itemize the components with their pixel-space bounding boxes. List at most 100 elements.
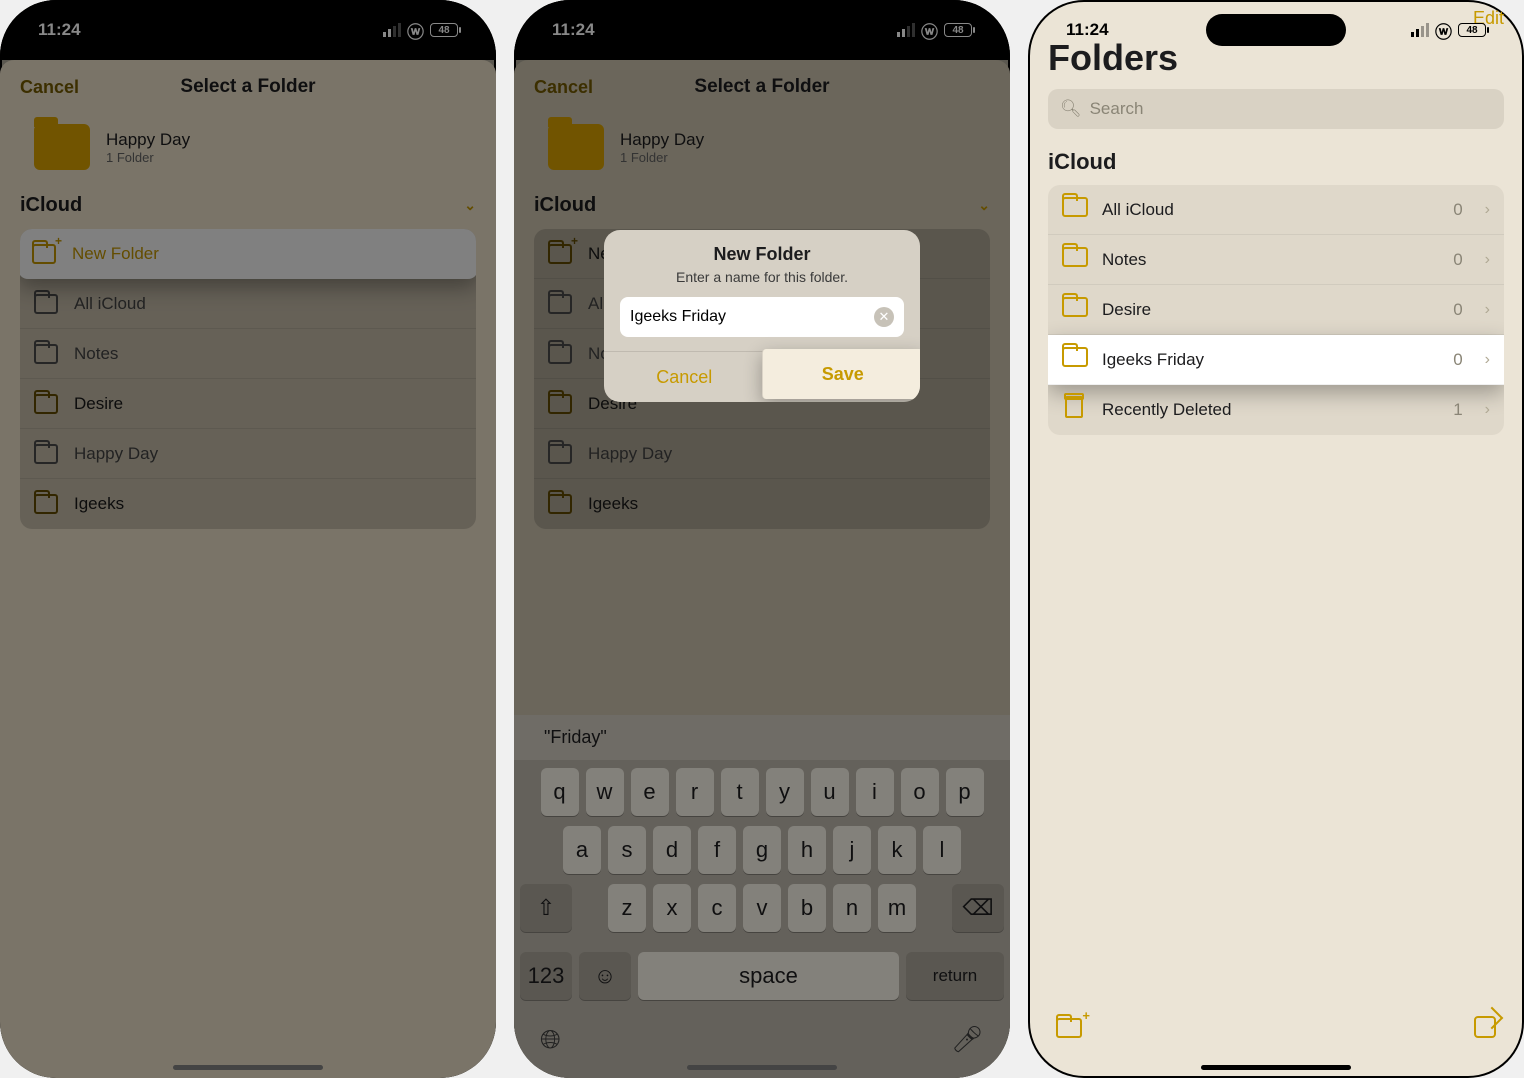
return-key[interactable]: return [906, 952, 1004, 1000]
folder-icon [548, 344, 572, 364]
folder-icon [548, 444, 572, 464]
key-g[interactable]: g [743, 826, 781, 874]
key-o[interactable]: o [901, 768, 939, 816]
folder-icon [34, 344, 58, 364]
keyboard[interactable]: "Friday" qwertyuiop asdfghjkl ⇧ zxcvbnm … [514, 715, 1010, 1078]
key-l[interactable]: l [923, 826, 961, 874]
folder-row[interactable]: Igeeks [20, 479, 476, 529]
cancel-button[interactable]: Cancel [534, 77, 593, 98]
folder-count: 0 [1453, 250, 1462, 270]
key-t[interactable]: t [721, 768, 759, 816]
key-w[interactable]: w [586, 768, 624, 816]
compose-button[interactable] [1474, 1014, 1496, 1045]
sheet-title: Select a Folder [694, 76, 829, 98]
clear-icon[interactable]: ✕ [874, 307, 894, 327]
status-bar: 11:24 ⓦ︎ 48 [0, 0, 496, 60]
search-field[interactable]: 🔍︎ Search [1048, 89, 1504, 129]
home-indicator[interactable] [1201, 1065, 1351, 1070]
folder-label: Notes [74, 344, 462, 364]
folder-row[interactable]: Desire [20, 379, 476, 429]
globe-icon[interactable]: 🌐︎ [540, 1024, 561, 1056]
cellular-icon [1411, 23, 1429, 37]
folder-count: 0 [1453, 200, 1462, 220]
key-p[interactable]: p [946, 768, 984, 816]
chevron-right-icon: › [1485, 201, 1490, 219]
key-h[interactable]: h [788, 826, 826, 874]
key-s[interactable]: s [608, 826, 646, 874]
numbers-key[interactable]: 123 [520, 952, 572, 1000]
folder-name-input[interactable] [630, 308, 874, 326]
key-v[interactable]: v [743, 884, 781, 932]
emoji-key[interactable]: ☺ [579, 952, 631, 1000]
key-b[interactable]: b [788, 884, 826, 932]
dialog-save-button[interactable]: Save [762, 349, 921, 399]
section-label: iCloud [20, 194, 82, 217]
key-e[interactable]: e [631, 768, 669, 816]
folder-row[interactable]: Recently Deleted1› [1048, 385, 1504, 435]
folder-row[interactable]: Desire0› [1048, 285, 1504, 335]
key-d[interactable]: d [653, 826, 691, 874]
battery-icon: 48 [430, 23, 458, 37]
folder-icon [34, 394, 58, 414]
folder-icon [548, 494, 572, 514]
dictation-icon[interactable]: 🎤︎ [951, 1024, 984, 1056]
key-c[interactable]: c [698, 884, 736, 932]
notch [692, 14, 832, 46]
key-x[interactable]: x [653, 884, 691, 932]
key-z[interactable]: z [608, 884, 646, 932]
folder-row[interactable]: All iCloud0› [1048, 185, 1504, 235]
folder-icon [1062, 347, 1086, 373]
folder-icon [1062, 297, 1086, 323]
key-y[interactable]: y [766, 768, 804, 816]
space-key[interactable]: space [638, 952, 899, 1000]
folder-icon [34, 494, 58, 514]
chevron-right-icon: › [1485, 301, 1490, 319]
folder-icon [32, 244, 56, 264]
backspace-key[interactable]: ⌫ [952, 884, 1004, 932]
folder-icon [34, 124, 90, 170]
key-k[interactable]: k [878, 826, 916, 874]
status-right: ⓦ︎ 48 [383, 18, 458, 43]
folder-plus-icon [1056, 1018, 1082, 1038]
compose-icon [1474, 1016, 1496, 1038]
folder-row[interactable]: Igeeks Friday0› [1048, 335, 1504, 385]
folder-label: All iCloud [74, 294, 462, 314]
folder-name-field[interactable]: ✕ [620, 297, 904, 337]
folder-row: Happy Day [20, 429, 476, 479]
folder-label: Igeeks Friday [1102, 350, 1437, 370]
folder-icon [34, 444, 58, 464]
home-indicator[interactable] [173, 1065, 323, 1070]
key-a[interactable]: a [563, 826, 601, 874]
screenshot-1: 11:24 ⓦ︎ 48 Cancel Select a Folder Happy… [0, 0, 496, 1078]
key-f[interactable]: f [698, 826, 736, 874]
key-j[interactable]: j [833, 826, 871, 874]
key-r[interactable]: r [676, 768, 714, 816]
chevron-down-icon: ⌄ [464, 197, 476, 214]
chevron-down-icon: ⌄ [978, 197, 990, 214]
folder-label: New Folder [72, 244, 464, 264]
key-i[interactable]: i [856, 768, 894, 816]
cancel-button[interactable]: Cancel [20, 77, 79, 98]
key-n[interactable]: n [833, 884, 871, 932]
folder-list: All iCloud0›Notes0›Desire0›Igeeks Friday… [1048, 185, 1504, 435]
keyboard-suggestion[interactable]: "Friday" [514, 715, 1010, 760]
status-bar: 11:24 ⓦ︎ 48 [514, 0, 1010, 60]
folder-row[interactable]: Notes0› [1048, 235, 1504, 285]
section-header[interactable]: iCloud ⌄ [0, 186, 496, 229]
shift-key[interactable]: ⇧ [520, 884, 572, 932]
screenshot-2: 11:24 ⓦ︎ 48 Cancel Select a Folder Happy… [514, 0, 1010, 1078]
dialog-subtitle: Enter a name for this folder. [604, 269, 920, 285]
dialog-cancel-button[interactable]: Cancel [604, 352, 765, 402]
folder-label: Happy Day [588, 444, 976, 464]
folder-label: Recently Deleted [1102, 400, 1437, 420]
home-indicator[interactable] [687, 1065, 837, 1070]
key-m[interactable]: m [878, 884, 916, 932]
key-q[interactable]: q [541, 768, 579, 816]
folder-row[interactable]: New Folder [20, 229, 476, 279]
select-folder-sheet: Cancel Select a Folder Happy Day 1 Folde… [0, 60, 496, 1078]
key-u[interactable]: u [811, 768, 849, 816]
folder-icon [548, 294, 572, 314]
new-folder-button[interactable] [1056, 1014, 1082, 1045]
folder-icon [548, 124, 604, 170]
section-header: iCloud [1048, 149, 1504, 175]
